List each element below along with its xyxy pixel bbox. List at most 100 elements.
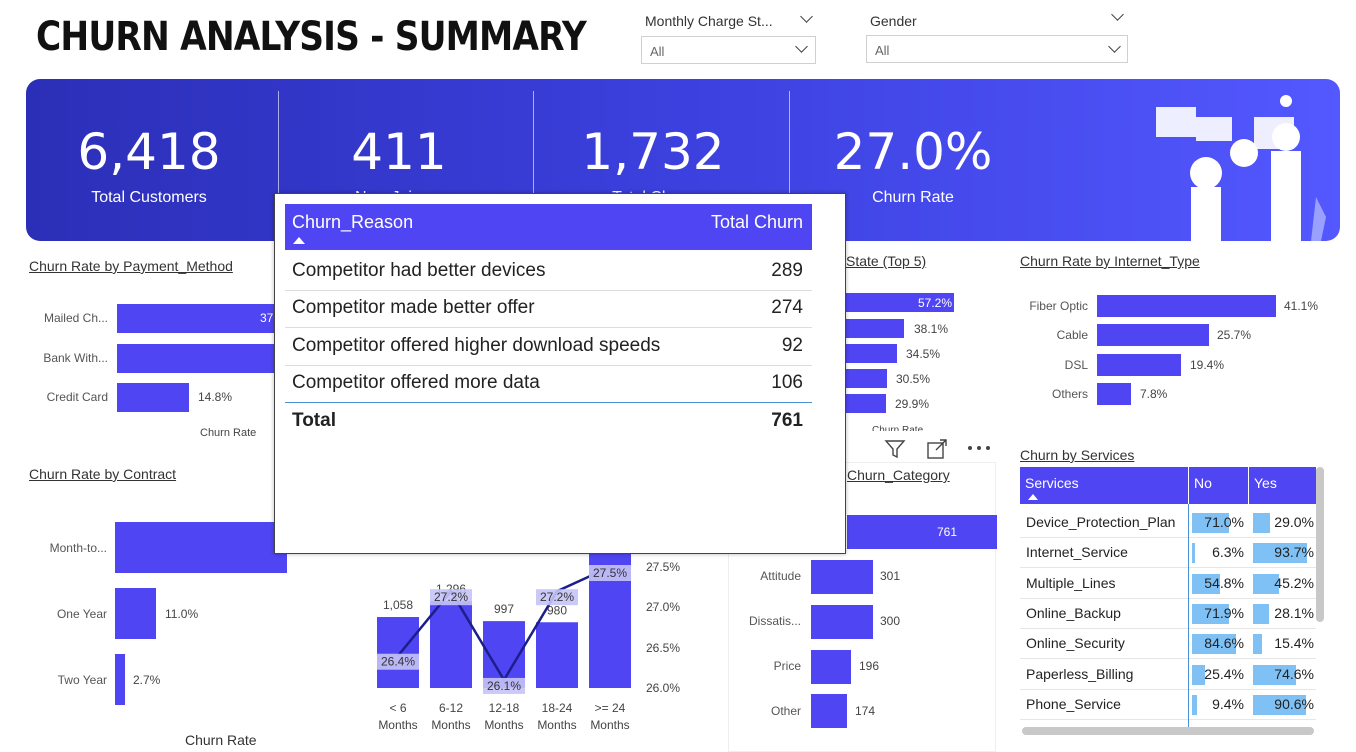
data-bar: [1192, 694, 1197, 715]
data-label: 34.5%: [906, 347, 941, 361]
more-options-icon[interactable]: [966, 440, 992, 456]
vertical-scrollbar[interactable]: [1316, 467, 1324, 622]
table-row[interactable]: Phone_Service 9.4% 90.6%: [1020, 690, 1316, 720]
chevron-down-icon[interactable]: [800, 10, 813, 23]
gender-dropdown[interactable]: All: [866, 35, 1128, 63]
table-row: Competitor had better devices 289: [285, 253, 812, 291]
total-label: Total: [292, 410, 336, 431]
chart-bar[interactable]: [846, 344, 897, 363]
chart-bar[interactable]: [115, 522, 287, 573]
header-yes[interactable]: Yes: [1254, 475, 1277, 491]
horizontal-scrollbar[interactable]: [1022, 727, 1314, 735]
churn-count: 106: [771, 372, 803, 393]
data-label: 196: [859, 659, 880, 673]
data-label: 29.9%: [895, 397, 930, 411]
service-name: Paperless_Billing: [1026, 665, 1134, 682]
chevron-down-icon[interactable]: [1111, 8, 1124, 21]
chart-bar[interactable]: [1097, 354, 1181, 376]
no-value: 6.3%: [1212, 544, 1244, 561]
x-tick-label: 12-18: [489, 701, 520, 715]
bar-label: Two Year: [57, 673, 107, 687]
payment-method-title: Churn Rate by Payment_Method: [29, 258, 233, 274]
no-value: 84.6%: [1204, 635, 1244, 652]
services-table[interactable]: Services No Yes Device_Protection_Plan 71…: [1020, 467, 1316, 737]
chart-bar[interactable]: [117, 383, 189, 412]
table-row[interactable]: Internet_Service 6.3% 93.7%: [1020, 538, 1316, 569]
focus-mode-icon[interactable]: [926, 438, 948, 460]
chart-bar[interactable]: [117, 344, 287, 373]
chart-bar[interactable]: [115, 588, 156, 639]
chart-bar[interactable]: [811, 605, 873, 639]
service-name: Internet_Service: [1026, 544, 1128, 561]
table-row[interactable]: Device_Protection_Plan 71.0% 29.0%: [1020, 508, 1316, 538]
chart-bar[interactable]: [1097, 383, 1131, 405]
yes-value: 93.7%: [1274, 544, 1314, 561]
column-bar: [536, 622, 578, 688]
data-label: 14.8%: [198, 390, 233, 404]
payment-method-chart[interactable]: Mailed Ch... 37 Bank With... Credit Card…: [29, 290, 287, 450]
churn-category-title: Churn_Category: [847, 467, 950, 483]
contract-chart[interactable]: Month-to... One Year 11.0% Two Year 2.7%…: [29, 510, 287, 750]
rate-label: 27.5%: [593, 566, 627, 580]
churn-reason: Competitor had better devices: [292, 260, 546, 281]
total-row: Total 761: [285, 403, 812, 441]
bar-label: Month-to...: [49, 541, 107, 555]
data-bar: [1192, 664, 1206, 685]
x-tick-label: >= 24: [595, 701, 626, 715]
bar-label: Other: [770, 704, 801, 718]
header-services[interactable]: Services: [1025, 475, 1079, 491]
header-no[interactable]: No: [1194, 475, 1212, 491]
monthly-charge-slicer[interactable]: Monthly Charge St... All: [630, 4, 828, 72]
table-row: Competitor made better offer 274: [285, 290, 812, 328]
count-label: 1,058: [383, 598, 413, 612]
count-label: 980: [547, 603, 567, 617]
churn-count: 274: [771, 297, 803, 318]
table-row[interactable]: Paperless_Billing 25.4% 74.6%: [1020, 660, 1316, 690]
chart-bar[interactable]: [846, 394, 886, 413]
chart-bar[interactable]: [846, 319, 904, 338]
internet-type-chart[interactable]: Fiber Optic 41.1% Cable 25.7% DSL 19.4% …: [1020, 290, 1330, 420]
data-label: 57.2%: [917, 296, 952, 310]
bar-label: DSL: [1064, 358, 1088, 372]
chart-bar[interactable]: [115, 654, 125, 705]
chart-bar[interactable]: [811, 694, 847, 728]
chart-bar[interactable]: [1097, 295, 1276, 317]
sort-ascending-icon: [293, 237, 305, 244]
chart-bar[interactable]: [811, 650, 851, 684]
chart-bar[interactable]: [811, 560, 873, 594]
table-row[interactable]: Online_Security 84.6% 15.4%: [1020, 629, 1316, 660]
x-tick-label: 6-12: [439, 701, 463, 715]
chart-bar[interactable]: [846, 369, 887, 388]
service-name: Phone_Service: [1026, 695, 1121, 712]
no-value: 25.4%: [1204, 665, 1244, 682]
x-tick-label: Months: [537, 718, 576, 732]
page-title: CHURN ANALYSIS - SUMMARY: [36, 14, 587, 60]
table-row[interactable]: Multiple_Lines 54.8% 45.2%: [1020, 569, 1316, 599]
bar-label: Dissatis...: [748, 614, 801, 628]
gender-slicer[interactable]: Gender All: [858, 4, 1133, 72]
services-title: Churn by Services: [1020, 447, 1135, 463]
bar-label: Attitude: [760, 569, 801, 583]
table-row[interactable]: Online_Backup 71.9% 28.1%: [1020, 599, 1316, 629]
data-label: 37: [260, 311, 274, 325]
filter-icon[interactable]: [884, 438, 906, 460]
y2-tick: 27.0%: [646, 600, 681, 614]
bar-label: Fiber Optic: [1029, 299, 1088, 313]
chart-bar[interactable]: [1097, 324, 1209, 346]
data-label: 2.7%: [133, 673, 161, 687]
bar-label: Bank With...: [43, 351, 108, 365]
kpi-total-customers-label: Total Customers: [91, 189, 207, 206]
churn-reason: Competitor made better offer: [292, 297, 535, 318]
y2-tick: 26.5%: [646, 641, 681, 655]
chart-bar[interactable]: [847, 515, 997, 549]
table-row: Competitor offered higher download speed…: [285, 328, 812, 366]
kpi-total-churn-value: 1,732: [581, 123, 725, 181]
state-chart[interactable]: 57.2% 38.1% 34.5% 30.5% 29.9% Churn Rate: [846, 290, 966, 440]
table-header: Services No Yes: [1020, 467, 1316, 504]
data-bar: [1253, 634, 1262, 655]
bar-label: Cable: [1056, 328, 1088, 342]
contract-title: Churn Rate by Contract: [29, 466, 177, 482]
monthly-charge-dropdown[interactable]: All: [641, 36, 816, 64]
bar-label: Price: [773, 659, 801, 673]
tenure-combo-chart[interactable]: 1,058 < 6 Months 1,296 6-12 Months 997 12-18 Mon…: [360, 540, 720, 752]
